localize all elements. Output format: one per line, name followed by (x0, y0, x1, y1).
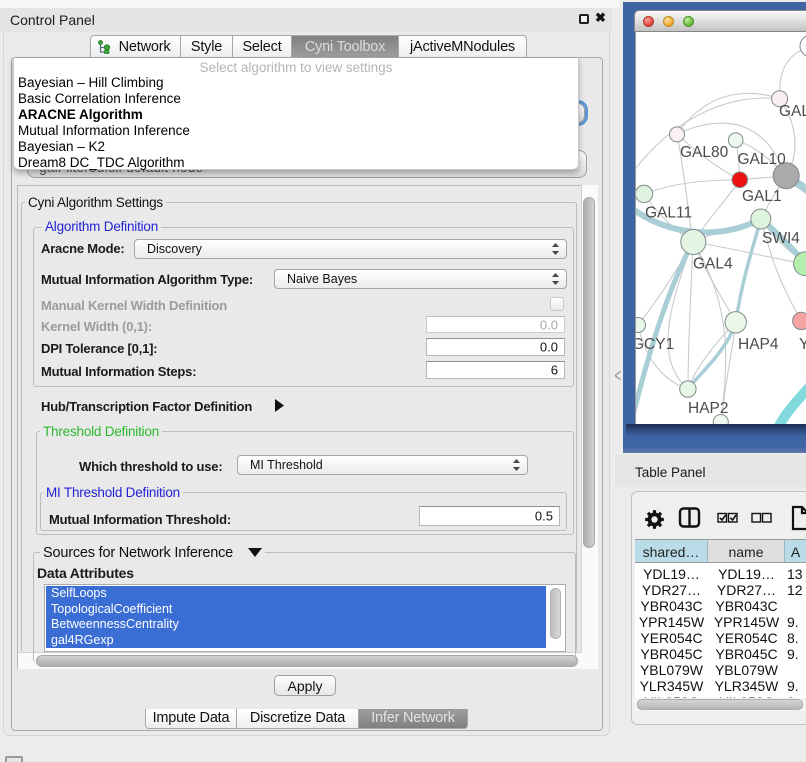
svg-text:HAP4: HAP4 (738, 336, 779, 353)
svg-text:SWI4: SWI4 (762, 230, 800, 247)
svg-text:GAL11: GAL11 (645, 205, 692, 222)
svg-text:YE: YE (799, 336, 806, 353)
svg-text:GAL80: GAL80 (680, 144, 729, 161)
svg-text:GAL2: GAL2 (779, 103, 806, 120)
svg-text:GCY1: GCY1 (636, 336, 674, 353)
svg-text:HAP2: HAP2 (688, 400, 729, 417)
svg-text:GAL1: GAL1 (742, 188, 782, 205)
svg-text:GAL10: GAL10 (738, 151, 787, 168)
svg-text:GAL4: GAL4 (693, 256, 733, 273)
